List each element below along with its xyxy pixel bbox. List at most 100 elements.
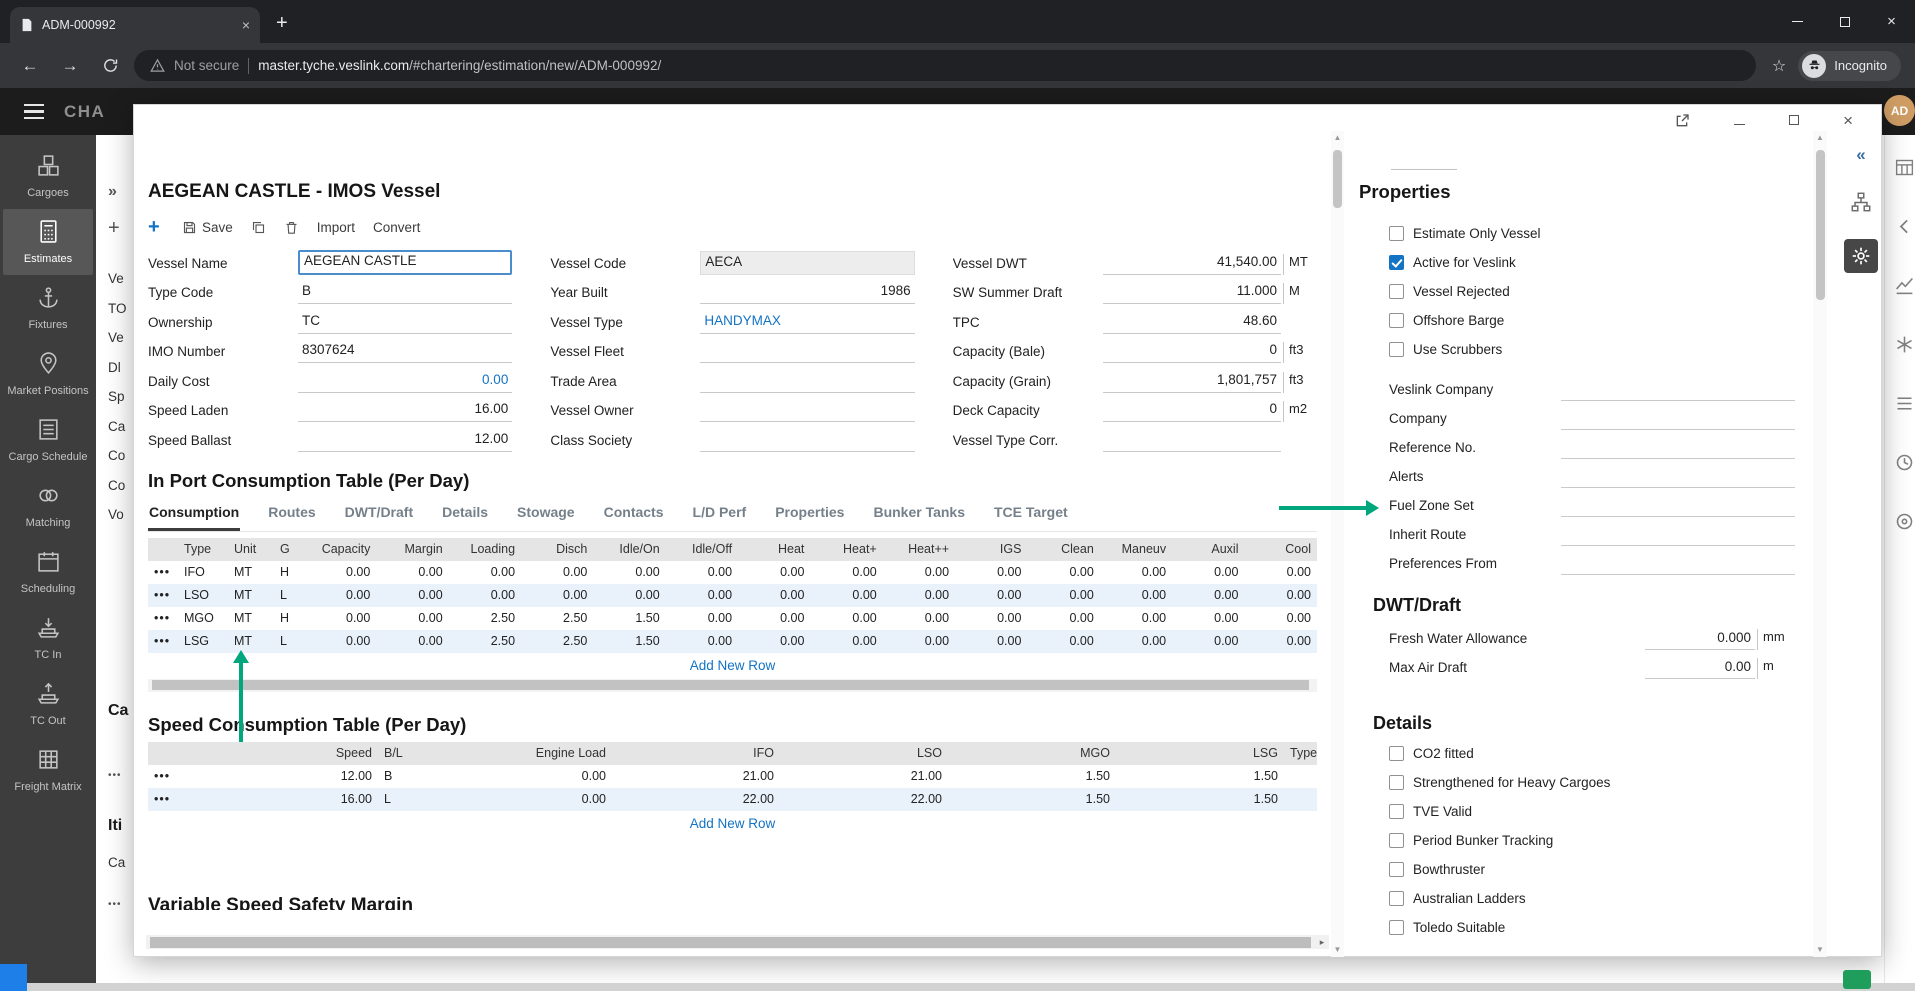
- cell-idle-off[interactable]: 0.00: [666, 561, 738, 584]
- checkbox[interactable]: [1389, 255, 1404, 270]
- cell-heat[interactable]: 0.00: [738, 561, 810, 584]
- modal-horizontal-scrollbar[interactable]: ▸: [146, 935, 1329, 949]
- field-input[interactable]: TC: [298, 311, 512, 334]
- cell-capacity[interactable]: 0.00: [304, 584, 376, 607]
- cell-engine-load[interactable]: 0.00: [440, 765, 612, 788]
- cell-unit[interactable]: MT: [228, 584, 274, 607]
- menu-icon[interactable]: [24, 104, 44, 119]
- cell-maneuv[interactable]: 0.00: [1100, 561, 1172, 584]
- cell-heat-plus[interactable]: 0.00: [810, 584, 882, 607]
- field-input[interactable]: [1561, 495, 1795, 517]
- cell-clean[interactable]: 0.00: [1027, 561, 1099, 584]
- field-input[interactable]: [700, 340, 914, 363]
- row-menu-icon[interactable]: •••: [148, 584, 178, 607]
- field-input[interactable]: 0.000: [1645, 628, 1755, 650]
- hierarchy-icon[interactable]: [1850, 191, 1872, 213]
- sidebar-item-estimates[interactable]: Estimates: [3, 209, 93, 275]
- settings-panel-button[interactable]: [1844, 239, 1878, 273]
- cell-g[interactable]: L: [274, 630, 304, 653]
- scroll-down-arrow[interactable]: ▼: [1816, 943, 1824, 957]
- browser-tab[interactable]: ADM-000992 ×: [10, 7, 260, 43]
- checkbox[interactable]: [1389, 775, 1404, 790]
- editor-tab[interactable]: Bunker Tanks: [872, 500, 966, 531]
- checkbox[interactable]: [1389, 342, 1404, 357]
- cell-idle-on[interactable]: 0.00: [593, 584, 665, 607]
- cell-disch[interactable]: 0.00: [521, 584, 593, 607]
- cell-heat[interactable]: 0.00: [738, 584, 810, 607]
- field-input[interactable]: [1561, 379, 1795, 401]
- editor-tab[interactable]: Properties: [774, 500, 845, 531]
- cell-lsg[interactable]: 1.50: [1116, 788, 1284, 811]
- cell-loading[interactable]: 2.50: [449, 630, 521, 653]
- field-input[interactable]: 0.00: [298, 370, 512, 393]
- cell-loading[interactable]: 0.00: [449, 561, 521, 584]
- checkbox-row[interactable]: Estimate Only Vessel: [1389, 219, 1795, 248]
- checkbox[interactable]: [1389, 313, 1404, 328]
- checkbox[interactable]: [1389, 920, 1404, 935]
- chart-icon[interactable]: [1894, 275, 1915, 301]
- checkbox[interactable]: [1389, 226, 1404, 241]
- cell-unit[interactable]: MT: [228, 561, 274, 584]
- field-input[interactable]: 48.60: [1103, 311, 1281, 334]
- cell-heat-plus-plus[interactable]: 0.00: [883, 630, 955, 653]
- speed-row[interactable]: ••• 16.00 L 0.00 22.00 22.00 1.50 1.50: [148, 788, 1317, 811]
- cell-clean[interactable]: 0.00: [1027, 607, 1099, 630]
- cell-engine-load[interactable]: 0.00: [440, 788, 612, 811]
- editor-tab[interactable]: DWT/Draft: [344, 500, 414, 531]
- checkbox-row[interactable]: CO2 fitted: [1389, 739, 1795, 768]
- cell-auxil[interactable]: 0.00: [1172, 584, 1244, 607]
- checkbox-row[interactable]: Use Scrubbers: [1389, 335, 1795, 364]
- cell-heat-plus[interactable]: 0.00: [810, 630, 882, 653]
- speed-row[interactable]: ••• 12.00 B 0.00 21.00 21.00 1.50 1.50: [148, 765, 1317, 788]
- scrollbar-thumb[interactable]: [1816, 150, 1825, 300]
- back-button[interactable]: ←: [14, 50, 46, 82]
- field-input[interactable]: [700, 399, 914, 422]
- cell-auxil[interactable]: 0.00: [1172, 630, 1244, 653]
- cell-cool[interactable]: 0.00: [1244, 561, 1317, 584]
- cell-bl[interactable]: B: [378, 765, 440, 788]
- field-input[interactable]: HANDYMAX: [700, 311, 914, 334]
- field-input[interactable]: 0: [1103, 340, 1281, 363]
- cell-idle-on[interactable]: 0.00: [593, 561, 665, 584]
- checkbox-row[interactable]: Active for Veslink: [1389, 248, 1795, 277]
- consumption-row[interactable]: ••• MGO MT H 0.00 0.00 2.50 2.50 1.50 0.…: [148, 607, 1317, 630]
- field-input[interactable]: [700, 370, 914, 393]
- sidebar-item-freight-matrix[interactable]: Freight Matrix: [3, 737, 93, 803]
- cell-capacity[interactable]: 0.00: [304, 630, 376, 653]
- scroll-up-arrow[interactable]: ▲: [1816, 131, 1824, 145]
- scrollbar-thumb[interactable]: [152, 680, 1309, 690]
- field-input[interactable]: 41,540.00: [1103, 252, 1281, 275]
- field-input[interactable]: [1561, 408, 1795, 430]
- sidebar-item-cargoes[interactable]: Cargoes: [3, 143, 93, 209]
- add-new-row-link[interactable]: Add New Row: [148, 813, 1317, 835]
- cell-loading[interactable]: 0.00: [449, 584, 521, 607]
- tab-close-icon[interactable]: ×: [242, 17, 250, 33]
- cell-heat-plus[interactable]: 0.00: [810, 607, 882, 630]
- cell-auxil[interactable]: 0.00: [1172, 607, 1244, 630]
- checkbox-row[interactable]: Offshore Barge: [1389, 306, 1795, 335]
- field-input[interactable]: AECA: [700, 251, 914, 275]
- field-input[interactable]: AEGEAN CASTLE: [298, 250, 512, 275]
- cell-type[interactable]: MGO: [178, 607, 228, 630]
- cell-margin[interactable]: 0.00: [376, 607, 448, 630]
- sidebar-item-fixtures[interactable]: Fixtures: [3, 275, 93, 341]
- popout-icon[interactable]: [1674, 113, 1690, 129]
- editor-tab[interactable]: Consumption: [148, 500, 240, 531]
- forward-button[interactable]: →: [54, 50, 86, 82]
- row-menu-icon[interactable]: •••: [148, 607, 178, 630]
- modal-maximize-button[interactable]: [1789, 112, 1799, 130]
- target-icon[interactable]: [1894, 511, 1915, 537]
- cell-heat[interactable]: 0.00: [738, 630, 810, 653]
- field-input[interactable]: 8307624: [298, 340, 512, 363]
- taskbar-app-green[interactable]: [1843, 970, 1871, 989]
- expand-panel-icon[interactable]: »: [108, 183, 133, 201]
- checkbox-row[interactable]: Strengthened for Heavy Cargoes: [1389, 768, 1795, 797]
- row-menu-icon[interactable]: •••: [148, 561, 178, 584]
- cell-margin[interactable]: 0.00: [376, 561, 448, 584]
- field-input[interactable]: 11.000: [1103, 281, 1281, 304]
- cell-margin[interactable]: 0.00: [376, 584, 448, 607]
- cell-cool[interactable]: 0.00: [1244, 607, 1317, 630]
- new-tab-button[interactable]: +: [276, 12, 288, 35]
- checkbox[interactable]: [1389, 746, 1404, 761]
- checkbox[interactable]: [1389, 804, 1404, 819]
